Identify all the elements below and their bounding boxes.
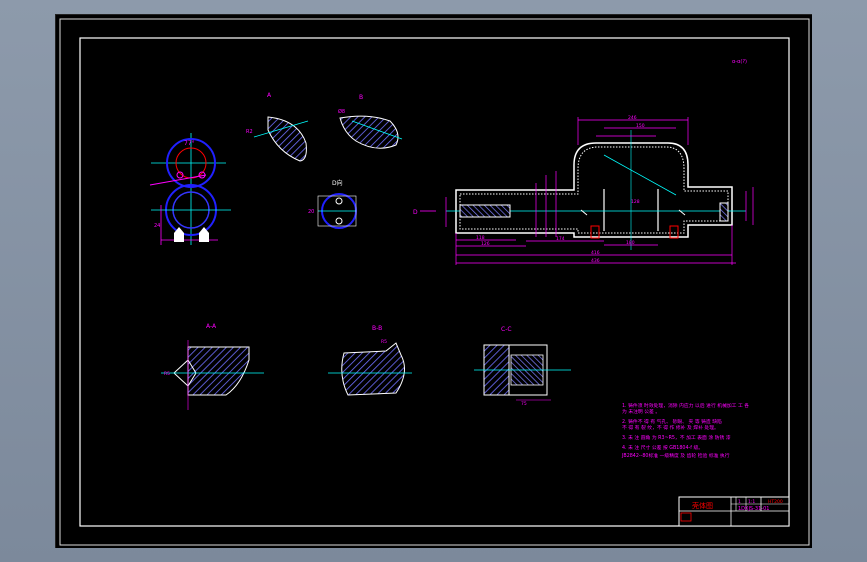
view-b[interactable]: Ø8	[338, 108, 403, 149]
dim-118: 118	[476, 235, 485, 241]
svg-text:JB2842--80标准 一级精度 及 齿轮 检验 标准 执: JB2842--80标准 一级精度 及 齿轮 检验 标准 执行	[621, 452, 730, 459]
svg-text:4. 未 注 尺寸 公差 按 GB1804-f 级。: 4. 未 注 尺寸 公差 按 GB1804-f 级。	[622, 444, 703, 451]
dim-128: 128	[631, 199, 640, 205]
svg-text:24: 24	[154, 223, 160, 229]
view-d[interactable]: 20	[308, 193, 357, 229]
view-a-label: A	[267, 92, 272, 99]
svg-text:77°: 77°	[184, 140, 195, 147]
circle-view[interactable]: 77° 24	[149, 133, 231, 245]
section-b-b[interactable]: R5	[328, 339, 412, 396]
view-a[interactable]: R2	[246, 116, 309, 162]
corner-note: α-α(?)	[732, 59, 747, 65]
cad-viewport[interactable]: α-α(?) 77° 24 A R2 B Ø8 D向 20 118 126 17…	[55, 14, 812, 548]
title-block[interactable]: 壳体图 1DXJS-31-01 HT200 1:1 1	[678, 496, 790, 527]
dim-174: 174	[556, 236, 565, 242]
cad-drawing: α-α(?) 77° 24 A R2 B Ø8 D向 20 118 126 17…	[59, 18, 810, 546]
svg-text:R2: R2	[246, 129, 253, 135]
svg-text:3. 未 注 圆角 为 R3~R5，不 加工 表面 涂 防: 3. 未 注 圆角 为 R3~R5，不 加工 表面 涂 防锈 漆	[622, 434, 731, 441]
svg-text:20: 20	[308, 209, 314, 215]
dim-180: 180	[626, 240, 635, 246]
svg-text:1. 铸件须 时效处理，消除 内应力 以后 进行 机械加工: 1. 铸件须 时效处理，消除 内应力 以后 进行 机械加工 工 各	[622, 402, 749, 409]
dim-416: 416	[591, 250, 600, 256]
inner-frame	[79, 37, 790, 527]
svg-text:R5: R5	[164, 371, 170, 377]
view-b-label: B	[359, 94, 363, 101]
svg-text:2. 铸件不 得 有 气孔、 砂眼、 夹 等 铸造 缺陷: 2. 铸件不 得 有 气孔、 砂眼、 夹 等 铸造 缺陷	[622, 418, 722, 425]
drawing-code: 1DXJS-31-01	[738, 506, 769, 512]
view-aa-label: A-A	[206, 323, 217, 330]
drawing-material: HT200	[768, 499, 783, 505]
main-view[interactable]: 118 126 174 180 416 436 246 150 128 D	[413, 115, 754, 265]
dim-126: 126	[481, 241, 490, 247]
outer-frame	[59, 18, 810, 546]
drawing-scale: 1:1	[748, 499, 755, 505]
dim-436: 436	[591, 258, 600, 264]
technical-notes: 1. 铸件须 时效处理，消除 内应力 以后 进行 机械加工 工 各 为 未注明 …	[621, 402, 749, 459]
svg-text:R5: R5	[381, 339, 387, 345]
main-view-arrow-label: D	[413, 209, 418, 216]
dim-246: 246	[628, 115, 637, 121]
section-c-c[interactable]: 75	[474, 344, 571, 407]
svg-text:75: 75	[521, 401, 527, 407]
dim-150: 150	[636, 123, 645, 129]
view-d-label: D向	[332, 179, 343, 187]
section-a-a[interactable]: R5	[161, 340, 264, 410]
drawing-sheet: 1	[738, 499, 741, 505]
view-bb-label: B-B	[372, 325, 382, 332]
svg-text:为 未注明 公差 。: 为 未注明 公差 。	[622, 408, 660, 415]
svg-text:不 得 有 裂 纹，不 得 作 修补 及 焊补 处理。: 不 得 有 裂 纹，不 得 作 修补 及 焊补 处理。	[622, 424, 719, 431]
drawing-name: 壳体图	[692, 501, 713, 510]
svg-text:Ø8: Ø8	[338, 108, 345, 115]
view-cc-label: C-C	[501, 326, 512, 333]
